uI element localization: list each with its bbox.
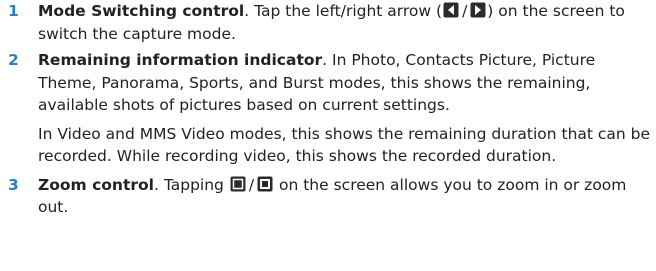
- item-number: 1: [8, 2, 19, 20]
- list-item-remaining-info: 2 Remaining information indicator. In Ph…: [0, 49, 656, 168]
- item-title: Zoom control: [38, 175, 154, 194]
- list-item-zoom-control: 3 Zoom control. Tapping / on the screen …: [0, 174, 656, 219]
- zoom-out-icon: [257, 176, 273, 192]
- right-arrow-icon: [470, 2, 486, 18]
- item-text-before: . Tapping: [153, 175, 224, 194]
- instruction-list: 1 Mode Switching control. Tap the left/r…: [0, 0, 656, 219]
- left-arrow-icon: [443, 2, 459, 18]
- item-paragraph: Mode Switching control. Tap the left/rig…: [38, 0, 656, 45]
- list-item-mode-switching: 1 Mode Switching control. Tap the left/r…: [0, 0, 656, 45]
- item-paragraph: Remaining information indicator. In Phot…: [38, 49, 656, 117]
- item-number: 3: [8, 175, 19, 194]
- item-title: Mode Switching control: [38, 2, 245, 20]
- item-paragraph: Zoom control. Tapping / on the screen al…: [38, 174, 656, 219]
- item-paragraph-2: In Video and MMS Video modes, this shows…: [38, 124, 651, 166]
- zoom-in-icon: [230, 176, 246, 192]
- item-number: 2: [8, 51, 19, 69]
- icon-separator: /: [248, 175, 255, 194]
- item-title: Remaining information indicator: [38, 51, 323, 69]
- icon-separator: /: [462, 2, 468, 20]
- item-text-before: . Tap the left/right arrow (: [244, 2, 443, 20]
